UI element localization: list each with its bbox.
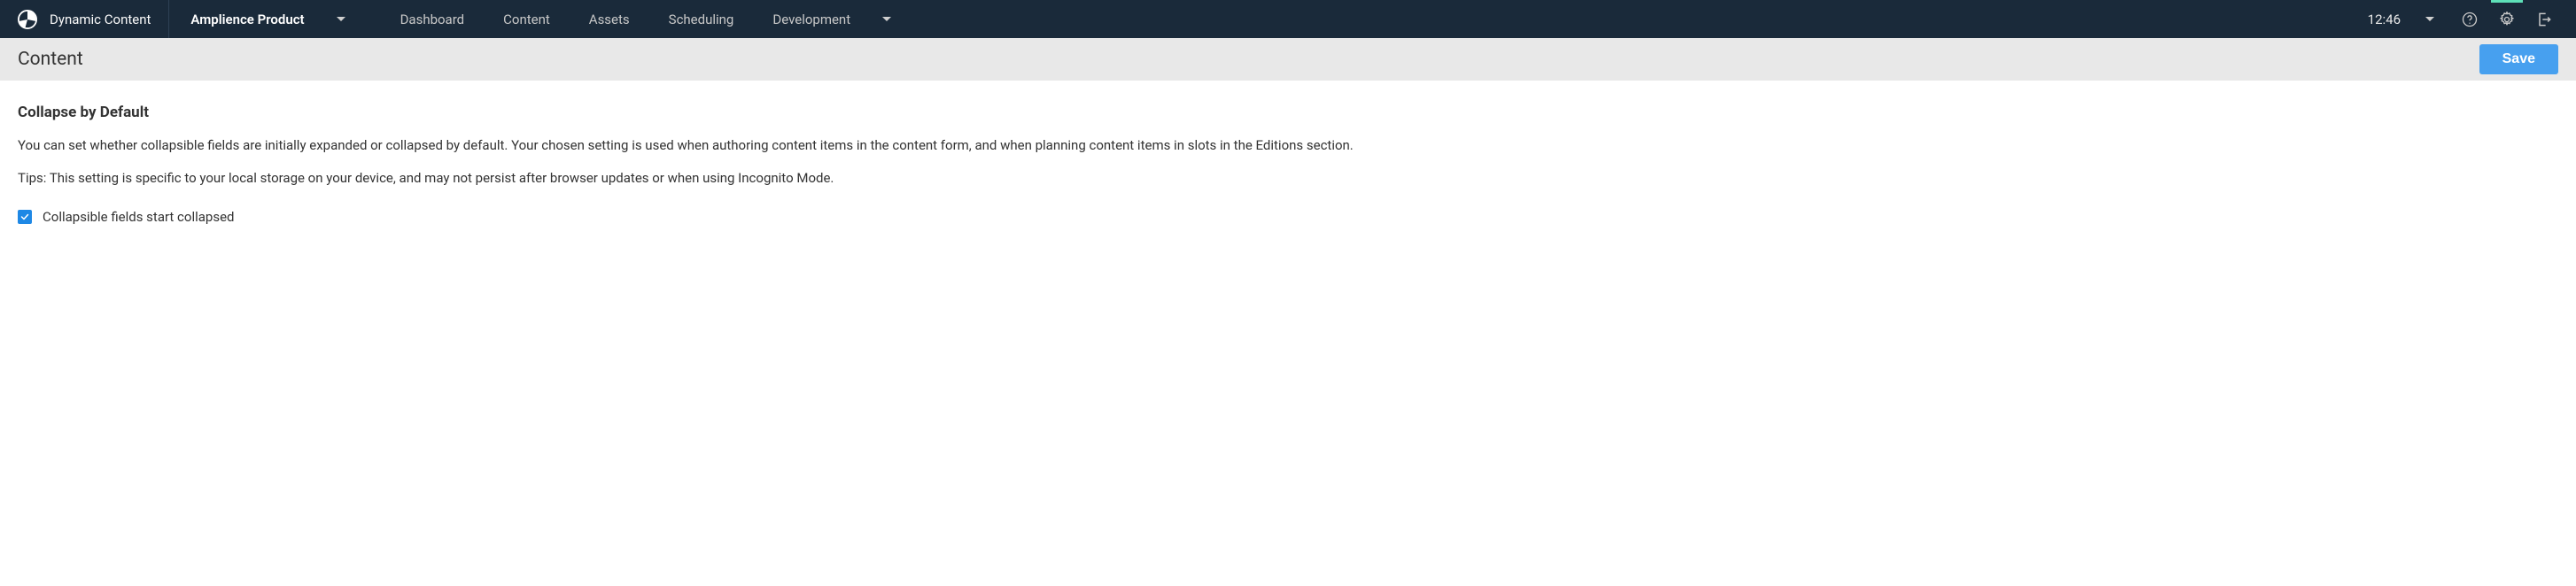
chevron-down-icon [882, 17, 891, 21]
save-button[interactable]: Save [2479, 44, 2558, 74]
nav-dashboard[interactable]: Dashboard [381, 0, 485, 38]
nav-scheduling[interactable]: Scheduling [649, 0, 754, 38]
page-title: Content [18, 49, 83, 70]
header-right: 12:46 [2354, 0, 2576, 38]
section-heading: Collapse by Default [18, 104, 2558, 121]
section-description: You can set whether collapsible fields a… [18, 135, 2558, 156]
nav-links: Dashboard Content Assets Scheduling Deve… [381, 0, 912, 38]
chevron-down-icon [337, 17, 345, 21]
hub-selector[interactable]: Amplience Product [169, 0, 366, 38]
gear-icon [2498, 11, 2516, 28]
logout-icon [2535, 11, 2553, 28]
active-indicator [2491, 0, 2523, 3]
sub-header: Content Save [0, 38, 2576, 81]
nav-content[interactable]: Content [484, 0, 570, 38]
brand-section: Dynamic Content [0, 0, 169, 38]
hub-name: Amplience Product [190, 12, 304, 27]
nav-development-label: Development [772, 12, 850, 27]
checkbox-row: Collapsible fields start collapsed [18, 209, 2558, 225]
section-tips: Tips: This setting is specific to your l… [18, 168, 2558, 189]
settings-button[interactable] [2491, 0, 2523, 38]
logout-button[interactable] [2528, 0, 2560, 38]
brand-name: Dynamic Content [50, 12, 151, 27]
chevron-down-icon [2425, 17, 2434, 21]
top-nav: Dynamic Content Amplience Product Dashbo… [0, 0, 2576, 38]
nav-development[interactable]: Development [753, 0, 911, 38]
collapse-checkbox[interactable] [18, 210, 32, 224]
help-button[interactable] [2454, 0, 2486, 38]
app-logo-icon [18, 10, 37, 29]
content-area: Collapse by Default You can set whether … [0, 81, 2576, 248]
nav-assets[interactable]: Assets [570, 0, 649, 38]
help-icon [2461, 11, 2479, 28]
checkbox-label: Collapsible fields start collapsed [43, 209, 235, 225]
time-selector[interactable]: 12:46 [2354, 12, 2448, 27]
time-value: 12:46 [2368, 12, 2401, 27]
check-icon [19, 212, 30, 222]
